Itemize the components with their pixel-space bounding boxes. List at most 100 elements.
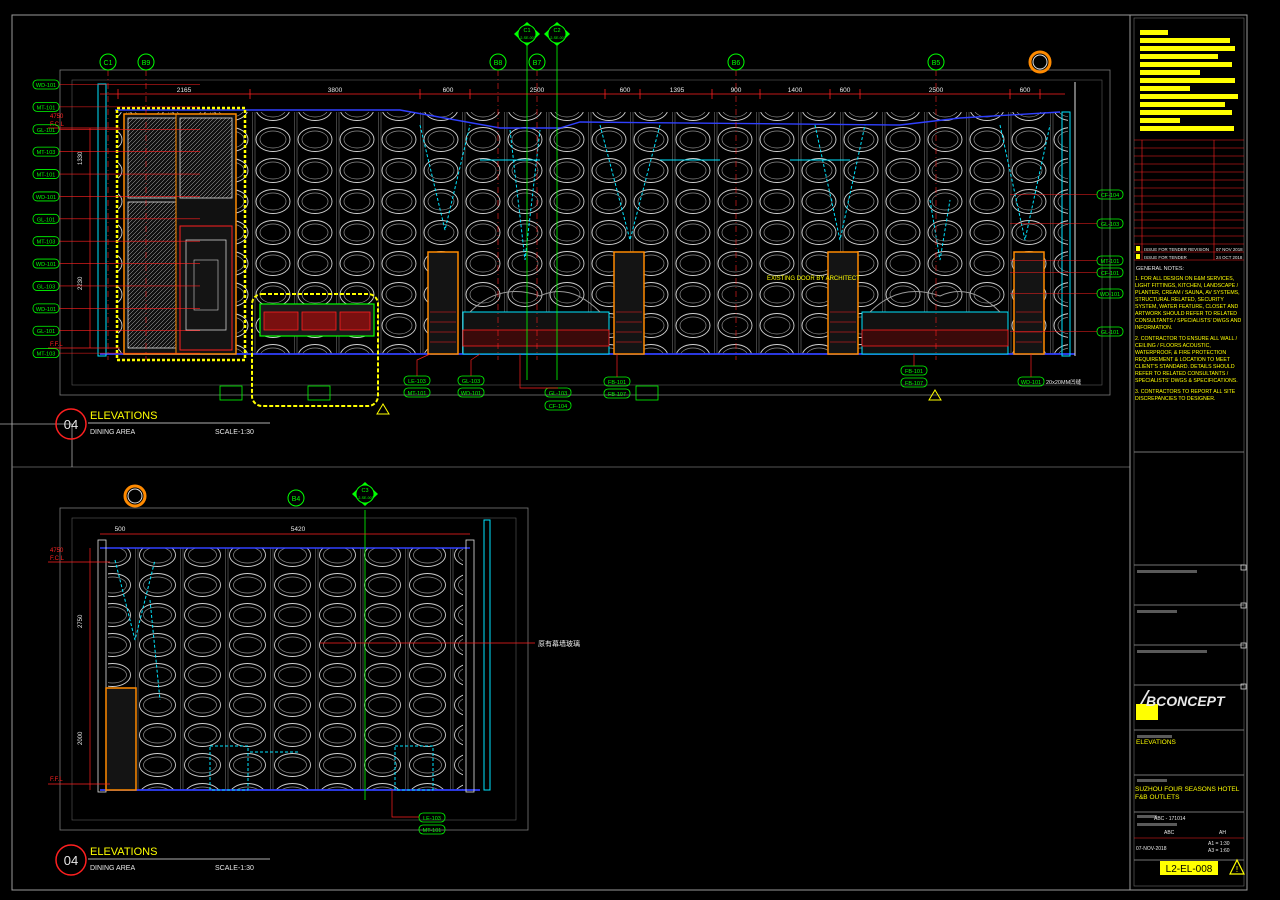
dim-5: 1395 xyxy=(670,87,685,94)
right-tag-1: GL-103 xyxy=(1101,222,1119,228)
company-name: BCONCEPT xyxy=(1146,693,1226,709)
level-lower-ffl: F.F.L xyxy=(50,777,63,783)
section-marker-c1: C1 L2-SE-001 xyxy=(514,22,540,46)
elevation-bottom: 500 5420 B4 C3 L2-SE-001 4750 F.C.L F.F.… xyxy=(48,482,580,876)
title-block: ISSUE FOR TENDER REVISION 07 NOV 2018 IS… xyxy=(1129,14,1248,891)
grid-ref-1: B9 xyxy=(142,60,151,67)
left-tag-11: GL-101 xyxy=(37,329,55,335)
drawing-title: ELEVATIONS xyxy=(1136,739,1177,746)
right-tag-4: WD-101 xyxy=(1100,292,1120,298)
svg-text:C1: C1 xyxy=(523,28,530,34)
drawn-by: ABC xyxy=(1164,830,1175,836)
cad-drawing-sheet: 2165 3800 600 2500 600 1395 900 1400 600… xyxy=(0,14,1248,891)
bottom-tag-9: FB-107 xyxy=(905,381,923,387)
dim-lower-1: 5420 xyxy=(291,526,306,533)
dim-lower-0: 500 xyxy=(115,526,126,533)
dim-2: 600 xyxy=(443,87,454,94)
svg-text:L2-SE-001: L2-SE-001 xyxy=(548,36,565,40)
drawing-date: 07-NOV-2018 xyxy=(1136,846,1167,852)
height-dim-lower-1: 2000 xyxy=(78,731,84,745)
redacted-consultant-info xyxy=(1140,30,1238,131)
left-tag-12: MT-103 xyxy=(37,352,56,358)
svg-text:L2-SE-001: L2-SE-001 xyxy=(356,496,373,500)
left-tag-9: GL-103 xyxy=(37,284,55,290)
elevation-title-text-bottom: ELEVATIONS xyxy=(90,846,157,858)
note-2: 2. CONTRACTOR TO ENSURE ALL WALL / CEILI… xyxy=(1135,336,1238,384)
revision-table xyxy=(1134,139,1244,261)
display-cabinet-lower xyxy=(105,687,137,791)
dim-7: 1400 xyxy=(788,87,803,94)
bottom-tag-3: WD-101 xyxy=(461,391,481,397)
bottom-tag-5: CF-104 xyxy=(549,404,567,410)
elevation-top: 2165 3800 600 2500 600 1395 900 1400 600… xyxy=(32,22,1124,440)
elevation-number-bottom: 04 xyxy=(64,853,78,868)
bottom-tag-8: FB-101 xyxy=(905,369,923,375)
oval-wall-panel-lower xyxy=(108,548,463,790)
left-tag-8: WD-101 xyxy=(36,262,56,268)
elevation-marker-icon-lower xyxy=(123,484,147,508)
right-tag-2: MT-101 xyxy=(1101,259,1120,265)
elevation-scale-bottom: SCALE-1:30 xyxy=(215,865,254,872)
project-name: SUZHOU FOUR SEASONS HOTEL F&B OUTLETS xyxy=(1135,786,1239,801)
company-logo: BCONCEPT xyxy=(1136,690,1226,720)
grid-ref-lower: B4 xyxy=(292,496,301,503)
bottom-tag-0: LE-103 xyxy=(408,379,426,385)
level-lower-fcl: F.C.L xyxy=(50,556,65,562)
right-tag-3: CF-101 xyxy=(1101,271,1119,277)
left-tag-6: GL-101 xyxy=(37,217,55,223)
height-dim-0: 1330 xyxy=(78,151,84,165)
bottom-tag-2: GL-103 xyxy=(462,379,480,385)
left-tag-2: GL-101 xyxy=(37,128,55,134)
annotation-existing-door: EXISTING DOOR BY ARCHITECT xyxy=(767,276,860,282)
note-1: 1. FOR ALL DESIGN ON E&M SERVICES, LIGHT… xyxy=(1135,276,1242,331)
svg-text:L2-SE-001: L2-SE-001 xyxy=(518,36,535,40)
dim-10: 600 xyxy=(1020,87,1031,94)
bottom-tag-7: FB-107 xyxy=(608,392,626,398)
dim-6: 900 xyxy=(731,87,742,94)
general-notes: 1. FOR ALL DESIGN ON E&M SERVICES, LIGHT… xyxy=(1135,276,1242,402)
grid-ref-3: B7 xyxy=(533,60,542,67)
left-tag-7: MT-103 xyxy=(37,240,56,246)
project-number: ABC - 171014 xyxy=(1154,816,1186,822)
elevation-title-bottom: 04 ELEVATIONS DINING AREA SCALE-1:30 xyxy=(55,844,270,876)
bottom-tag-1: MT-101 xyxy=(408,391,427,397)
callout-glass-curtain: 原有幕墙玻璃 xyxy=(538,639,580,648)
section-marker-c3: C3 L2-SE-001 xyxy=(352,482,378,506)
scale-a3: A3 = 1:60 xyxy=(1208,848,1230,854)
dim-3: 2500 xyxy=(530,87,545,94)
elevation-marker-icon xyxy=(1028,50,1052,74)
bottom-tag-10: WD-101 xyxy=(1021,380,1041,386)
elevation-subtitle-bottom: DINING AREA xyxy=(90,865,135,872)
level-4750: 4750 xyxy=(50,114,64,120)
general-notes-title: GENERAL NOTES: xyxy=(1136,266,1185,272)
dim-1: 3800 xyxy=(328,87,343,94)
detail-callouts xyxy=(219,385,942,415)
revision-date-1: 24 OCT 2018 xyxy=(1216,255,1243,260)
dim-0: 2165 xyxy=(177,87,192,94)
elevation-scale-top: SCALE-1:30 xyxy=(215,429,254,436)
drawing-number: L2-EL-008 xyxy=(1166,864,1213,875)
elevation-title-top: 04 ELEVATIONS DINING AREA SCALE-1:30 xyxy=(55,408,270,440)
warning-mark: ! xyxy=(1236,865,1238,874)
revision-label-1: ISSUE FOR TENDER xyxy=(1144,255,1187,260)
note-right: 20x20MM凹缝 xyxy=(1046,378,1082,386)
section-marker-c2: C2 L2-SE-001 xyxy=(544,22,570,46)
revision-label-0: ISSUE FOR TENDER REVISION xyxy=(1144,247,1209,252)
double-door xyxy=(115,106,247,362)
right-tag-5: GL-101 xyxy=(1101,330,1119,336)
elevation-subtitle-top: DINING AREA xyxy=(90,429,135,436)
grid-ref-2: B8 xyxy=(494,60,503,67)
bottom-tag-6: FB-101 xyxy=(608,380,626,386)
note-3: 3. CONTRACTORS TO REPORT ALL SITE DISCRE… xyxy=(1135,389,1236,402)
dim-4: 600 xyxy=(620,87,631,94)
level-lower-4750: 4750 xyxy=(50,548,64,554)
height-dim-lower-0: 2750 xyxy=(78,614,84,628)
left-tag-3: MT-103 xyxy=(37,150,56,156)
bottom-tag-lower-0: LE-103 xyxy=(423,816,441,822)
grid-ref-0: C1 xyxy=(104,60,113,67)
left-tag-1: MT-101 xyxy=(37,105,56,111)
bottom-material-tags: LE-103 MT-101 GL-103 WD-101 GL-103 CF-10… xyxy=(403,365,1045,411)
dim-8: 600 xyxy=(840,87,851,94)
svg-text:C3: C3 xyxy=(361,488,368,494)
bottom-tag-lower-1: MT-101 xyxy=(423,828,442,834)
